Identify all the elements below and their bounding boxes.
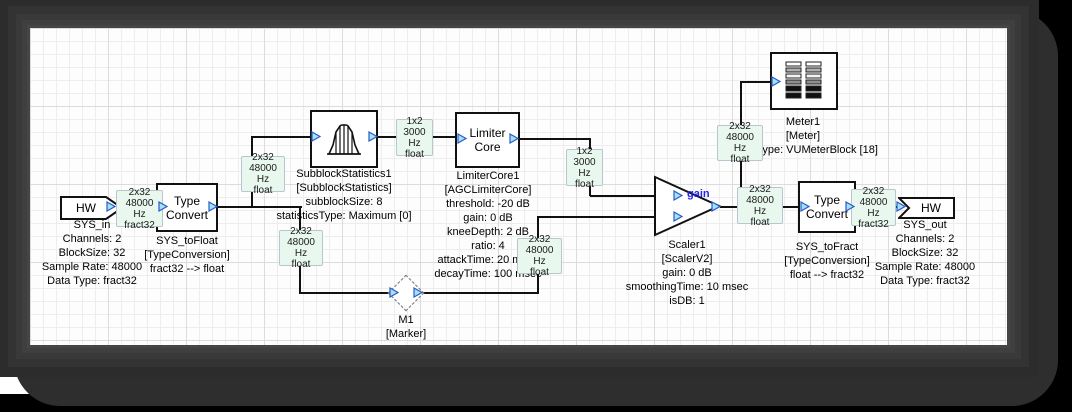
pin-icon[interactable] [208, 201, 218, 212]
block-label: Limiter Core [469, 126, 506, 154]
wire-badge[interactable]: 1x2 3000 Hz float [396, 116, 433, 160]
pin-icon[interactable] [896, 201, 906, 212]
wire-badge[interactable]: 2x32 48000 Hz float [517, 234, 562, 278]
limiter-core-caption: LimiterCore1 [AGCLimiterCore] threshold:… [434, 170, 542, 280]
scaler-gain-label: gain [687, 188, 710, 200]
sys-out-hw-label: HW [921, 201, 942, 215]
scaler-caption: Scaler1 [ScalerV2] gain: 0 dB smoothingT… [625, 239, 749, 307]
wire-badge[interactable]: 2x32 48000 Hz float [241, 152, 285, 196]
designer-canvas[interactable]: HW SYS_in Channels: 2 BlockSize: 32 Samp… [30, 28, 1007, 345]
pin-icon[interactable] [771, 76, 781, 87]
pin-icon[interactable] [673, 211, 683, 222]
sys-in-hw-label: HW [76, 201, 97, 215]
pin-icon[interactable] [106, 201, 116, 212]
wire-to-subblockstats[interactable] [251, 136, 313, 138]
wire-badge[interactable]: 2x32 48000 Hz fract32 [851, 186, 896, 230]
pin-icon[interactable] [368, 131, 378, 142]
wire-to-scaler-gain[interactable] [590, 195, 657, 197]
pin-icon[interactable] [845, 201, 855, 212]
sys-out-block[interactable]: HW [898, 197, 956, 219]
type-convert-1-caption: SYS_toFloat [TypeConversion] fract32 -->… [144, 235, 230, 275]
marker-caption: M1 [Marker] [385, 314, 427, 340]
vu-meter-icon [785, 61, 822, 99]
wire-badge[interactable]: 1x2 3000 Hz float [566, 146, 603, 190]
pin-icon[interactable] [311, 131, 321, 142]
pin-icon[interactable] [389, 287, 399, 298]
pin-icon[interactable] [800, 201, 810, 212]
wire-limiter-out-h[interactable] [519, 138, 591, 140]
wire-marker-out[interactable] [422, 292, 539, 294]
histogram-icon [327, 124, 361, 155]
wire-badge[interactable]: 2x32 48000 Hz fract32 [116, 187, 163, 231]
pin-icon[interactable] [457, 133, 467, 144]
wire-to-meter-h[interactable] [741, 81, 772, 83]
pin-icon[interactable] [413, 287, 423, 298]
block-label: Type Convert [806, 193, 849, 221]
wire-badge[interactable]: 2x32 48000 Hz float [717, 121, 763, 165]
pin-icon[interactable] [158, 201, 168, 212]
pin-icon[interactable] [711, 201, 721, 212]
wire-badge[interactable]: 2x32 48000 Hz float [279, 226, 323, 270]
pin-icon[interactable] [509, 133, 519, 144]
pin-icon[interactable] [673, 190, 683, 201]
wire-badge[interactable]: 2x32 48000 Hz float [737, 184, 783, 228]
wire-to-marker[interactable] [299, 292, 391, 294]
block-label: Type Convert [166, 193, 209, 222]
